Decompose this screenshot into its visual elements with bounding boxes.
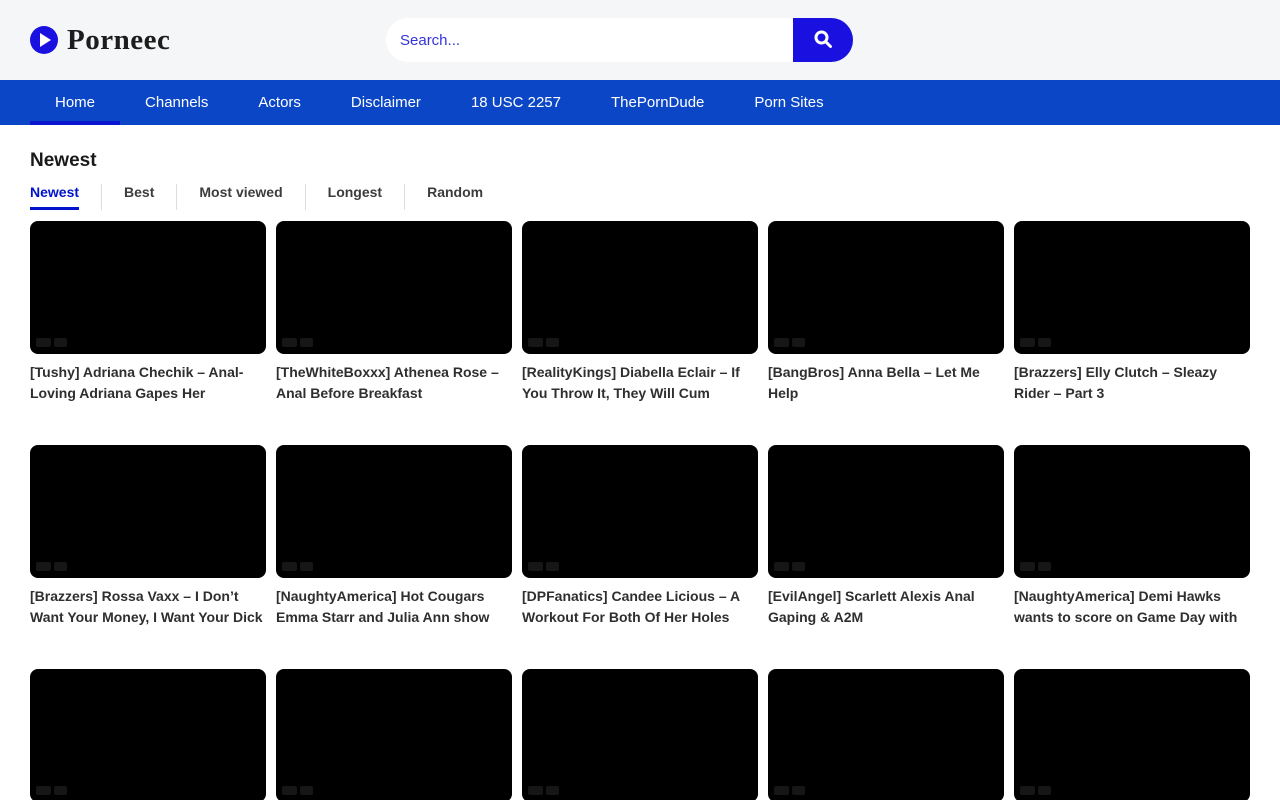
video-title[interactable]: [EvilAngel] Scarlett Alexis Anal Gaping … <box>768 586 1004 628</box>
thumbnail-badge <box>546 562 559 571</box>
video-card: [NaughtyAmerica] Hot Cougars Emma Starr … <box>276 445 512 628</box>
search-button[interactable] <box>793 18 853 62</box>
video-thumbnail[interactable] <box>768 221 1004 354</box>
thumbnail-badge <box>1020 562 1035 571</box>
video-thumbnail[interactable] <box>1014 221 1250 354</box>
thumbnail-badge <box>774 562 789 571</box>
thumbnail-badge <box>300 786 313 795</box>
play-icon <box>30 26 58 54</box>
page-title: Newest <box>30 150 1250 172</box>
video-thumbnail[interactable] <box>522 221 758 354</box>
video-card: [DPFanatics] Candee Licious – A Workout … <box>522 445 758 628</box>
thumbnail-badge <box>54 786 67 795</box>
video-title[interactable]: [DPFanatics] Candee Licious – A Workout … <box>522 586 758 628</box>
search-bar <box>386 18 853 62</box>
nav-item-channels[interactable]: Channels <box>120 80 233 125</box>
video-thumbnail[interactable] <box>768 669 1004 800</box>
video-card: [TheWhiteBoxxx] Athenea Rose – Anal Befo… <box>276 221 512 404</box>
video-card: [NaughtyAmerica] Demi Hawks wants to sco… <box>1014 445 1250 628</box>
video-grid: [Tushy] Adriana Chechik – Anal-Loving Ad… <box>30 221 1250 800</box>
video-card <box>30 669 266 800</box>
thumbnail-badge <box>1038 562 1051 571</box>
site-header: Porneec <box>0 0 1280 80</box>
tab-random[interactable]: Random <box>405 184 505 210</box>
thumbnail-badge <box>36 338 51 347</box>
video-thumbnail[interactable] <box>276 445 512 578</box>
video-title[interactable]: [Brazzers] Elly Clutch – Sleazy Rider – … <box>1014 362 1250 404</box>
site-name: Porneec <box>67 24 170 57</box>
nav-item-18-usc-2257[interactable]: 18 USC 2257 <box>446 80 586 125</box>
thumbnail-badge <box>300 562 313 571</box>
thumbnail-badge <box>282 562 297 571</box>
video-card: [BangBros] Anna Bella – Let Me Help <box>768 221 1004 404</box>
video-title[interactable]: [BangBros] Anna Bella – Let Me Help <box>768 362 1004 404</box>
video-thumbnail[interactable] <box>30 445 266 578</box>
video-card: [EvilAngel] Scarlett Alexis Anal Gaping … <box>768 445 1004 628</box>
thumbnail-badge <box>546 338 559 347</box>
thumbnail-badge <box>792 562 805 571</box>
search-input[interactable] <box>386 18 793 62</box>
video-title[interactable]: [Brazzers] Rossa Vaxx – I Don’t Want You… <box>30 586 266 628</box>
thumbnail-badge <box>528 562 543 571</box>
main-nav: Home Channels Actors Disclaimer 18 USC 2… <box>0 80 1280 125</box>
video-title[interactable]: [RealityKings] Diabella Eclair – If You … <box>522 362 758 404</box>
thumbnail-badge <box>546 786 559 795</box>
video-thumbnail[interactable] <box>30 669 266 800</box>
thumbnail-badge <box>1020 338 1035 347</box>
thumbnail-badge <box>1038 338 1051 347</box>
thumbnail-badge <box>792 338 805 347</box>
thumbnail-badge <box>1038 786 1051 795</box>
video-thumbnail[interactable] <box>1014 669 1250 800</box>
tab-newest[interactable]: Newest <box>30 184 101 210</box>
video-card: [Brazzers] Elly Clutch – Sleazy Rider – … <box>1014 221 1250 404</box>
tab-most-viewed[interactable]: Most viewed <box>177 184 304 210</box>
thumbnail-badge <box>774 786 789 795</box>
video-card <box>1014 669 1250 800</box>
thumbnail-badge <box>792 786 805 795</box>
nav-item-disclaimer[interactable]: Disclaimer <box>326 80 446 125</box>
thumbnail-badge <box>282 338 297 347</box>
magnifier-icon <box>812 28 834 53</box>
video-card: [Tushy] Adriana Chechik – Anal-Loving Ad… <box>30 221 266 404</box>
video-card <box>522 669 758 800</box>
thumbnail-badge <box>36 562 51 571</box>
video-thumbnail[interactable] <box>276 669 512 800</box>
thumbnail-badge <box>54 338 67 347</box>
video-thumbnail[interactable] <box>522 445 758 578</box>
video-thumbnail[interactable] <box>276 221 512 354</box>
video-title[interactable]: [Tushy] Adriana Chechik – Anal-Loving Ad… <box>30 362 266 404</box>
thumbnail-badge <box>54 562 67 571</box>
video-thumbnail[interactable] <box>30 221 266 354</box>
thumbnail-badge <box>300 338 313 347</box>
thumbnail-badge <box>1020 786 1035 795</box>
nav-item-actors[interactable]: Actors <box>233 80 326 125</box>
tab-longest[interactable]: Longest <box>306 184 404 210</box>
video-title[interactable]: [NaughtyAmerica] Hot Cougars Emma Starr … <box>276 586 512 628</box>
thumbnail-badge <box>774 338 789 347</box>
video-thumbnail[interactable] <box>1014 445 1250 578</box>
nav-item-porn-sites[interactable]: Porn Sites <box>729 80 848 125</box>
thumbnail-badge <box>36 786 51 795</box>
video-thumbnail[interactable] <box>768 445 1004 578</box>
main-content: Newest Newest Best Most viewed Longest R… <box>0 150 1280 800</box>
video-title[interactable]: [NaughtyAmerica] Demi Hawks wants to sco… <box>1014 586 1250 628</box>
video-title[interactable]: [TheWhiteBoxxx] Athenea Rose – Anal Befo… <box>276 362 512 404</box>
video-card: [RealityKings] Diabella Eclair – If You … <box>522 221 758 404</box>
thumbnail-badge <box>528 786 543 795</box>
site-logo[interactable]: Porneec <box>30 0 170 80</box>
thumbnail-badge <box>282 786 297 795</box>
thumbnail-badge <box>528 338 543 347</box>
video-card <box>768 669 1004 800</box>
nav-item-home[interactable]: Home <box>30 80 120 125</box>
tab-best[interactable]: Best <box>102 184 176 210</box>
video-thumbnail[interactable] <box>522 669 758 800</box>
video-card <box>276 669 512 800</box>
video-card: [Brazzers] Rossa Vaxx – I Don’t Want You… <box>30 445 266 628</box>
sort-tabs: Newest Best Most viewed Longest Random <box>30 184 1250 210</box>
nav-item-theporndude[interactable]: ThePornDude <box>586 80 729 125</box>
